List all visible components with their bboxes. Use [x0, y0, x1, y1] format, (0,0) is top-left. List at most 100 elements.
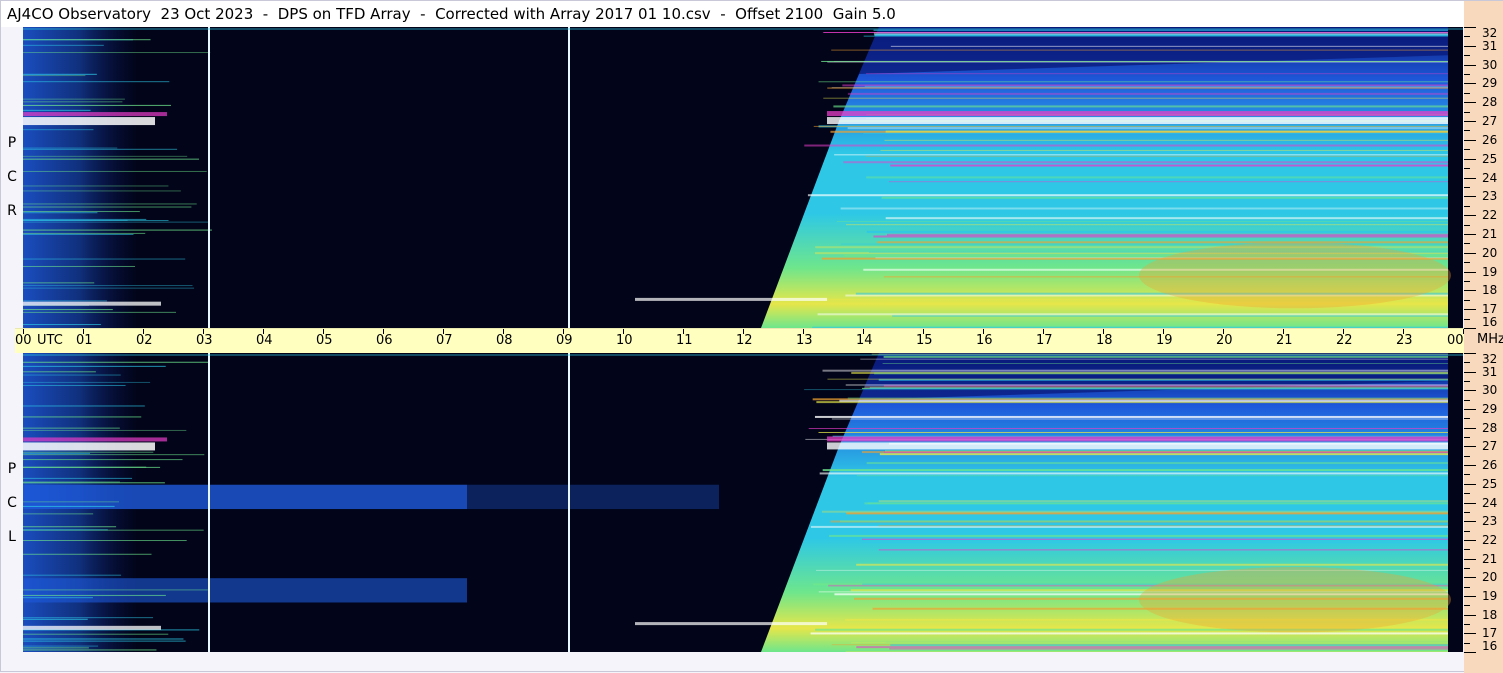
interference-stripe: [814, 415, 1448, 418]
interference-stripe: [804, 389, 1448, 391]
night-stripe: [23, 405, 145, 407]
frequency-tick: [1464, 102, 1476, 104]
interference-stripe: [874, 372, 1448, 375]
interference-stripe: [845, 651, 1448, 652]
night-stripe: [23, 594, 166, 596]
time-tick-label: 23: [1396, 333, 1413, 348]
night-stripe: [23, 311, 177, 313]
night-stripe: [23, 75, 86, 77]
frequency-tick-label: 30: [1482, 57, 1498, 72]
time-tick-label: 01: [76, 333, 93, 348]
interference-stripe: [890, 164, 1448, 167]
interference-stripe: [864, 502, 1448, 505]
band-27-day: [827, 117, 1448, 125]
frequency-tick-label: 25: [1482, 476, 1498, 491]
frequency-minor-tick: [1464, 642, 1470, 644]
time-tick-label: 21: [1276, 333, 1293, 348]
night-stripe: [23, 229, 212, 231]
band-27-night-edge: [23, 437, 167, 442]
frequency-minor-tick: [1464, 262, 1470, 264]
frequency-tick-label: 20: [1482, 570, 1498, 585]
frequency-minor-tick: [1464, 55, 1470, 57]
band-27-night: [23, 117, 155, 126]
frequency-tick-label: 24: [1482, 170, 1498, 185]
interference-stripe: [878, 500, 1448, 503]
frequency-minor-tick: [1464, 111, 1470, 113]
night-stripe: [23, 647, 89, 649]
interference-stripe: [864, 386, 1448, 389]
time-tick-label: 15: [916, 333, 933, 348]
frequency-tick: [1464, 271, 1476, 273]
frequency-minor-tick: [1464, 605, 1470, 607]
frequency-tick-label: 16: [1482, 315, 1498, 329]
interference-stripe: [818, 431, 1448, 433]
frequency-minor-tick: [1464, 318, 1470, 320]
frequency-tick: [1464, 409, 1476, 411]
night-stripe: [23, 589, 208, 591]
frequency-tick-label: 19: [1482, 588, 1498, 603]
night-stripe: [23, 44, 104, 46]
time-tick-label: 19: [1156, 333, 1173, 348]
lcp-letter-p: P: [7, 461, 17, 477]
interference-stripe: [822, 469, 1448, 472]
night-stripe: [23, 190, 181, 192]
interference-stripe: [845, 384, 1448, 386]
low-band-dawn: [635, 297, 827, 301]
frequency-tick-label: 23: [1482, 514, 1498, 529]
interference-stripe: [871, 353, 1448, 355]
frequency-tick-label: 31: [1482, 38, 1498, 53]
frequency-tick-label: 28: [1482, 420, 1498, 435]
interference-stripe: [827, 87, 1448, 89]
night-stripe: [23, 309, 113, 311]
time-tick-label: 22: [1336, 333, 1353, 348]
time-axis: 00 01 02 03 04 05 06 07 08 09 10 11 12 13 14 15 16 17 18 19…: [15, 328, 1464, 354]
frequency-tick-label: 28: [1482, 95, 1498, 110]
frequency-tick: [1464, 45, 1476, 47]
time-tick-label: 08: [496, 333, 513, 348]
interference-stripe: [881, 196, 1448, 199]
time-tick-label: 10: [616, 333, 633, 348]
frequency-tick-label: 29: [1482, 402, 1498, 417]
interference-stripe: [846, 224, 1448, 226]
interference-stripe: [842, 84, 1448, 87]
interference-stripe: [827, 378, 1448, 380]
time-tick-label: 00: [1447, 333, 1464, 348]
interference-stripe: [840, 243, 1448, 245]
interference-stripe: [823, 97, 1448, 99]
interference-stripe: [865, 155, 1448, 157]
interference-stripe: [866, 176, 1448, 179]
night-stripe: [23, 466, 147, 468]
night-stripe: [23, 618, 88, 620]
night-stripe: [23, 212, 98, 214]
frequency-tick-label: 22: [1482, 532, 1498, 547]
lcp-letter-c: C: [7, 495, 17, 511]
interference-stripe: [821, 510, 1448, 513]
night-stripe: [23, 381, 151, 383]
night-stripe: [23, 158, 200, 160]
night-stripe: [23, 211, 140, 213]
night-stripe: [23, 574, 122, 576]
frequency-tick: [1464, 558, 1476, 560]
interference-stripe: [873, 235, 1448, 238]
interference-stripe: [885, 217, 1448, 220]
interference-stripe: [822, 369, 1448, 372]
spectrogram-window: AJ4CO Observatory 23 Oct 2023 - DPS on T…: [0, 0, 1503, 673]
time-tick-label: 11: [676, 333, 693, 348]
night-stripe: [23, 129, 94, 131]
interference-stripe: [839, 399, 1448, 402]
frequency-tick: [1464, 446, 1476, 448]
frequency-minor-tick: [1464, 623, 1470, 625]
night-stripe: [23, 258, 186, 260]
frequency-minor-tick: [1464, 186, 1470, 188]
frequency-minor-tick: [1464, 493, 1470, 495]
band-27-day-edge: [827, 111, 1448, 117]
interference-stripe: [831, 418, 1448, 420]
frequency-tick: [1464, 595, 1476, 597]
time-tick-label: 00: [15, 333, 32, 348]
interference-stripe: [807, 194, 1448, 197]
frequency-minor-tick: [1464, 549, 1470, 551]
night-stripe: [23, 73, 97, 75]
frequency-tick: [1464, 328, 1476, 329]
night-stripe: [23, 104, 171, 106]
night-stripe: [23, 645, 99, 647]
